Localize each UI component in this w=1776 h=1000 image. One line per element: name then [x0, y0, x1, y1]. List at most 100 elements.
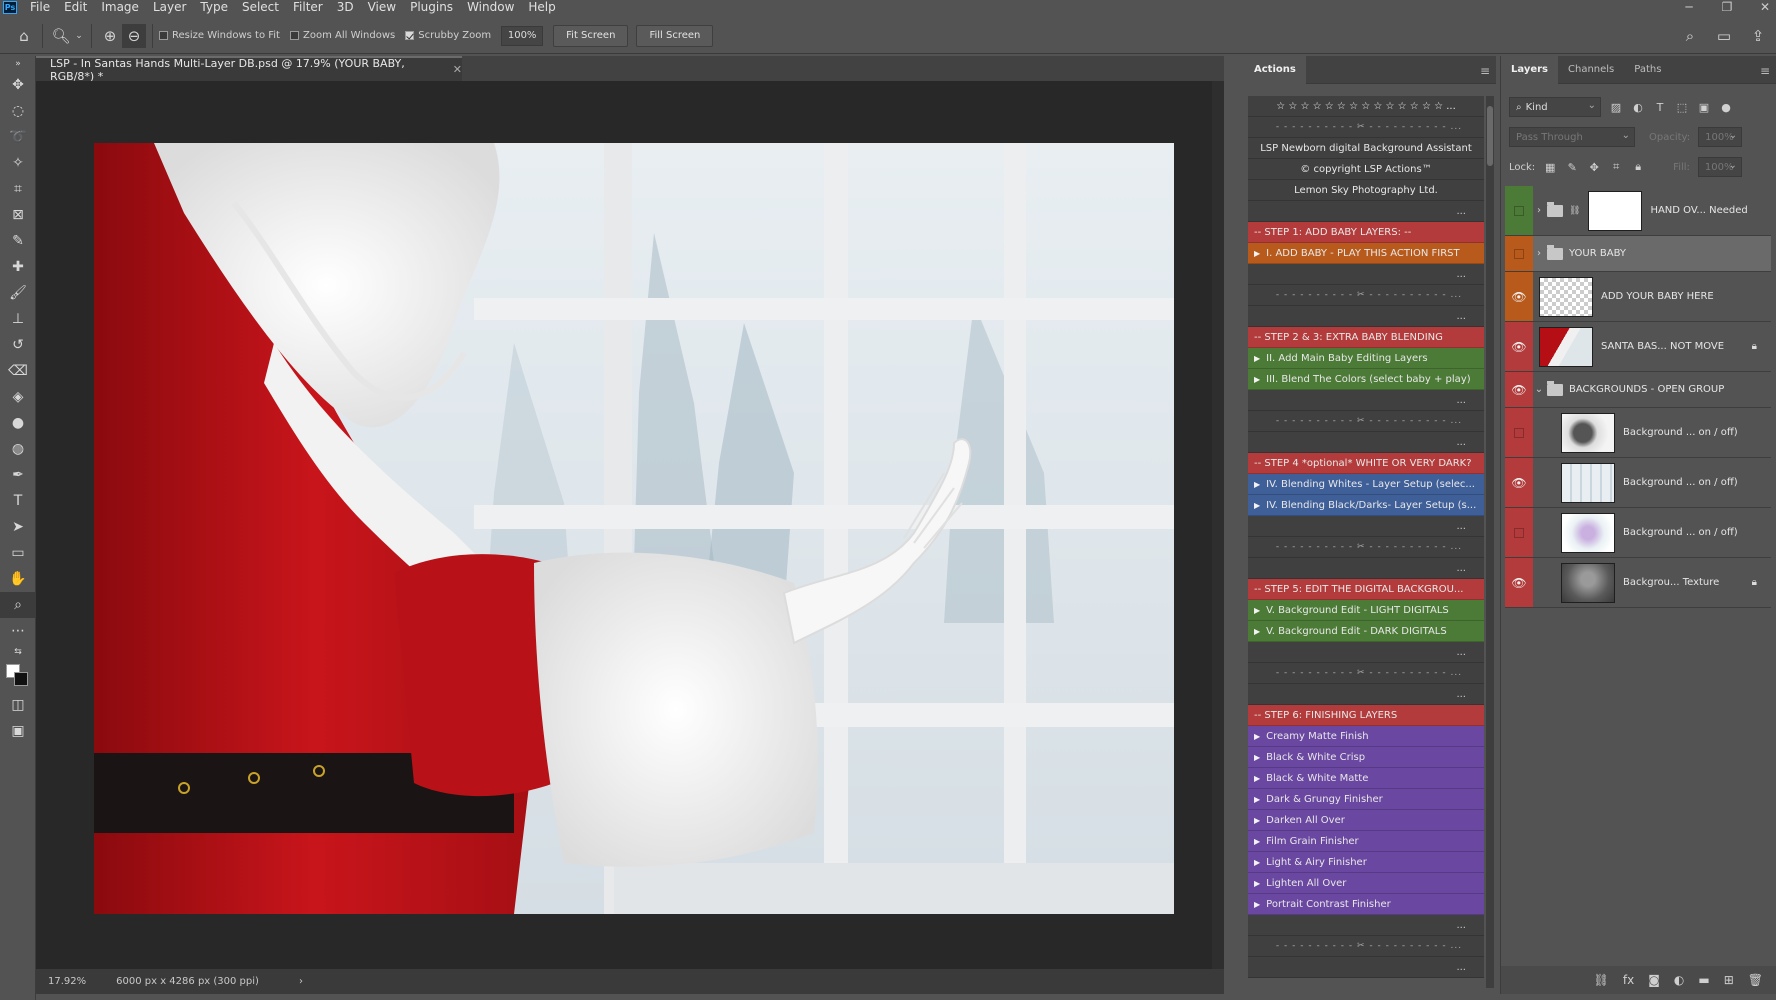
layer-thumbnail[interactable]: [1539, 276, 1593, 317]
action-item[interactable]: ▶ III. Blend The Colors (select baby + pl…: [1248, 369, 1484, 390]
pixel-filter-icon[interactable]: ▨: [1609, 100, 1623, 114]
action-item[interactable]: © copyright LSP Actions™: [1248, 159, 1484, 180]
layer-row[interactable]: Background ... on / off): [1505, 508, 1771, 558]
panel-menu-icon[interactable]: ≡: [1760, 64, 1770, 78]
action-item[interactable]: ...: [1248, 915, 1484, 936]
layer-thumbnail[interactable]: [1588, 190, 1643, 231]
crop-tool-icon[interactable]: ⌗: [0, 176, 36, 202]
fill-field[interactable]: 100%: [1697, 157, 1742, 177]
lock-pixels-icon[interactable]: ✎: [1565, 160, 1579, 174]
fill-screen-button[interactable]: Fill Screen: [636, 24, 714, 47]
lock-position-icon[interactable]: ✥: [1587, 160, 1601, 174]
layer-row[interactable]: Background ... on / off): [1505, 408, 1771, 458]
visibility-toggle[interactable]: [1505, 408, 1533, 457]
action-item[interactable]: ▶ Black & White Crisp: [1248, 747, 1484, 768]
canvas-area[interactable]: [36, 81, 1224, 969]
lasso-tool-icon[interactable]: ➰: [0, 124, 36, 150]
layer-row[interactable]: 👁︎ ⌄ BACKGROUNDS - OPEN GROUP: [1505, 372, 1771, 408]
menu-edit[interactable]: Edit: [57, 0, 94, 15]
action-item[interactable]: - - - - - - - - - - ✂ - - - - - - - - - …: [1248, 936, 1484, 957]
expand-triangle-icon[interactable]: ▶: [1254, 375, 1260, 384]
tab-layers[interactable]: Layers: [1501, 55, 1558, 84]
expand-triangle-icon[interactable]: ▶: [1254, 837, 1260, 846]
layer-thumbnail[interactable]: [1561, 512, 1615, 553]
action-item[interactable]: ▶ IV. Blending Black/Darks- Layer Setup (…: [1248, 495, 1484, 516]
checkbox-box[interactable]: [405, 31, 415, 40]
eye-icon[interactable]: 👁︎: [1505, 558, 1533, 607]
panel-menu-icon[interactable]: ≡: [1480, 64, 1490, 78]
menu-filter[interactable]: Filter: [286, 0, 330, 15]
rectangle-tool-icon[interactable]: ▭: [0, 540, 36, 566]
document-canvas[interactable]: [94, 143, 1174, 914]
expand-triangle-icon[interactable]: ▶: [1254, 732, 1260, 741]
layer-row[interactable]: 👁︎ SANTA BAS... NOT MOVE 🔒︎: [1505, 322, 1771, 372]
action-item[interactable]: ...: [1248, 558, 1484, 579]
eye-icon[interactable]: 👁︎: [1505, 458, 1533, 507]
actions-scrollbar[interactable]: [1486, 96, 1494, 988]
action-item[interactable]: ▶ Darken All Over: [1248, 810, 1484, 831]
action-item[interactable]: ▶ Dark & Grungy Finisher: [1248, 789, 1484, 810]
zoom-percent-field[interactable]: 100%: [501, 25, 544, 46]
history-brush-icon[interactable]: ↺: [0, 332, 36, 358]
vertical-scrollbar[interactable]: [1212, 81, 1224, 969]
chevron-right-icon[interactable]: ›: [1533, 248, 1545, 259]
type-filter-icon[interactable]: T: [1653, 100, 1667, 114]
lock-artboard-icon[interactable]: ⌗: [1609, 160, 1623, 174]
document-tab[interactable]: LSP - In Santas Hands Multi-Layer DB.psd…: [36, 56, 462, 83]
action-item[interactable]: ▶ I. ADD BABY - PLAY THIS ACTION FIRST: [1248, 243, 1484, 264]
filter-toggle-icon[interactable]: ●: [1719, 100, 1733, 114]
blend-mode-dropdown[interactable]: Pass Through: [1509, 127, 1635, 147]
more-tools-icon[interactable]: ⋯: [0, 618, 36, 644]
layer-row[interactable]: 👁︎ Background ... on / off): [1505, 458, 1771, 508]
layer-thumbnail[interactable]: [1561, 462, 1615, 503]
new-group-icon[interactable]: ▬: [1698, 973, 1709, 987]
swap-colors-icon[interactable]: ⇆: [0, 644, 36, 660]
resize-windows-checkbox[interactable]: Resize Windows to Fit: [159, 30, 280, 41]
lock-all-icon[interactable]: 🔒︎: [1631, 160, 1645, 174]
expand-triangle-icon[interactable]: ▶: [1254, 354, 1260, 363]
checkbox-box[interactable]: [289, 31, 299, 40]
action-item[interactable]: ☆ ☆ ☆ ☆ ☆ ☆ ☆ ☆ ☆ ☆ ☆ ☆ ☆ ☆ ...: [1248, 96, 1484, 117]
lock-transparent-icon[interactable]: ▦: [1543, 160, 1557, 174]
menu-select[interactable]: Select: [235, 0, 286, 15]
menu-view[interactable]: View: [361, 0, 403, 15]
link-layers-icon[interactable]: ⛓: [1594, 973, 1609, 987]
frame-tool-icon[interactable]: ⊠: [0, 202, 36, 228]
blur-tool-icon[interactable]: ●: [0, 410, 36, 436]
action-item[interactable]: - - - - - - - - - - ✂ - - - - - - - - - …: [1248, 117, 1484, 138]
brush-tool-icon[interactable]: 🖌︎: [0, 280, 36, 306]
action-item[interactable]: ▶ Film Grain Finisher: [1248, 831, 1484, 852]
checkbox-box[interactable]: [159, 31, 168, 40]
collapse-icon[interactable]: »: [0, 56, 36, 72]
path-select-icon[interactable]: ➤: [0, 514, 36, 540]
tab-channels[interactable]: Channels: [1558, 56, 1624, 84]
menu-help[interactable]: Help: [521, 0, 562, 15]
menu-layer[interactable]: Layer: [146, 0, 193, 15]
expand-triangle-icon[interactable]: ▶: [1254, 774, 1260, 783]
chevron-down-icon[interactable]: ⌄: [73, 24, 85, 48]
hand-tool-icon[interactable]: ✋: [0, 566, 36, 592]
action-item[interactable]: ▶ Light & Airy Finisher: [1248, 852, 1484, 873]
marquee-tool-icon[interactable]: ◌: [0, 98, 36, 124]
layer-thumbnail[interactable]: [1561, 562, 1615, 603]
zoom-level[interactable]: 17.92%: [48, 976, 86, 987]
action-item[interactable]: ▶ Lighten All Over: [1248, 873, 1484, 894]
menu-file[interactable]: File: [23, 0, 57, 15]
action-item[interactable]: ...: [1248, 306, 1484, 327]
adjustment-filter-icon[interactable]: ◐: [1631, 100, 1645, 114]
move-tool-icon[interactable]: ✥: [0, 72, 36, 98]
action-item[interactable]: ...: [1248, 957, 1484, 978]
paint-bucket-icon[interactable]: ◈: [0, 384, 36, 410]
minimize-button[interactable]: ─: [1682, 0, 1696, 14]
expand-triangle-icon[interactable]: ▶: [1254, 879, 1260, 888]
add-mask-icon[interactable]: ◙: [1648, 973, 1660, 987]
menu-plugins[interactable]: Plugins: [403, 0, 460, 15]
share-icon[interactable]: ⇪: [1746, 24, 1770, 48]
expand-triangle-icon[interactable]: ▶: [1254, 627, 1260, 636]
action-item[interactable]: ▶ Portrait Contrast Finisher: [1248, 894, 1484, 915]
action-item[interactable]: - - - - - - - - - - ✂ - - - - - - - - - …: [1248, 285, 1484, 306]
action-item[interactable]: ...: [1248, 642, 1484, 663]
layer-row[interactable]: › ⛓ HAND OV... Needed: [1505, 186, 1771, 236]
workspace-icon[interactable]: ▭: [1712, 24, 1736, 48]
menu-type[interactable]: Type: [193, 0, 235, 15]
